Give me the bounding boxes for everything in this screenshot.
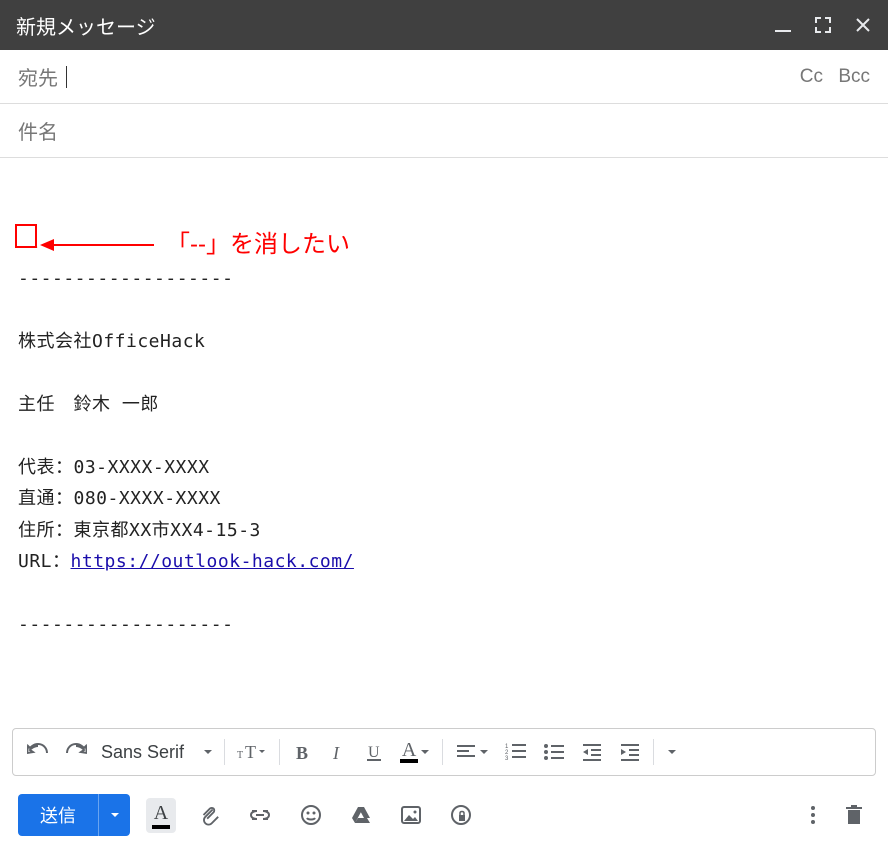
indent-more-button[interactable]: [611, 737, 649, 767]
discard-draft-button[interactable]: [838, 798, 870, 832]
annotation-text: 「--」を消したい: [166, 224, 350, 266]
close-icon[interactable]: [854, 16, 872, 34]
message-body[interactable]: 「--」を消したい -- ------------------- 株式会社Off…: [0, 158, 888, 722]
expand-icon[interactable]: [814, 16, 832, 34]
align-button[interactable]: [447, 737, 497, 767]
bulleted-list-button[interactable]: [535, 737, 573, 767]
cc-button[interactable]: Cc: [800, 66, 823, 87]
header-fields: 宛先 Cc Bcc 件名: [0, 50, 888, 158]
title-bar: 新規メッセージ: [0, 0, 888, 50]
signature-name: 主任 鈴木 一郎: [18, 389, 870, 421]
undo-button[interactable]: [19, 736, 57, 768]
signature-phone-direct: 直通：080-XXXX-XXXX: [18, 483, 870, 515]
chevron-down-icon: [420, 747, 430, 757]
window-title: 新規メッセージ: [16, 11, 156, 40]
chevron-down-icon: [109, 809, 121, 821]
to-field-row[interactable]: 宛先 Cc Bcc: [0, 50, 888, 104]
svg-text:I: I: [332, 743, 340, 762]
svg-text:B: B: [296, 743, 308, 762]
confidential-mode-button[interactable]: [444, 798, 478, 832]
insert-photo-button[interactable]: [394, 799, 428, 831]
svg-text:T: T: [245, 742, 256, 762]
send-button[interactable]: 送信: [18, 794, 98, 836]
svg-text:T: T: [237, 750, 243, 761]
toggle-formatting-button[interactable]: A: [146, 798, 176, 833]
signature-divider-bottom: -------------------: [18, 609, 870, 641]
indent-less-button[interactable]: [573, 737, 611, 767]
svg-text:U: U: [368, 744, 380, 761]
insert-drive-button[interactable]: [344, 799, 378, 831]
signature-company: 株式会社OfficeHack: [18, 326, 870, 358]
chevron-down-icon: [479, 747, 489, 757]
minimize-icon[interactable]: [774, 16, 792, 34]
insert-emoji-button[interactable]: [294, 798, 328, 832]
compose-window: 新規メッセージ 宛先 Cc Bcc 件名: [0, 0, 888, 848]
subject-label: 件名: [18, 116, 58, 145]
svg-text:3: 3: [505, 756, 509, 761]
more-options-button[interactable]: [804, 798, 822, 832]
text-cursor: [66, 66, 67, 88]
signature-url-prefix: URL：: [18, 551, 71, 572]
send-more-button[interactable]: [98, 794, 130, 836]
bcc-button[interactable]: Bcc: [838, 66, 870, 87]
underline-button[interactable]: U: [356, 735, 392, 769]
bold-button[interactable]: B: [284, 736, 320, 768]
font-family-select[interactable]: Sans Serif: [95, 742, 220, 763]
signature-url-link[interactable]: https://outlook-hack.com/: [71, 551, 354, 572]
chevron-down-icon: [202, 746, 214, 758]
attach-file-button[interactable]: [192, 798, 226, 832]
font-size-button[interactable]: TT: [229, 735, 275, 769]
annotation-box: [15, 224, 37, 248]
signature-divider-top: -------------------: [18, 263, 870, 295]
signature-address: 住所：東京都XX市XX4-15-3: [18, 515, 870, 547]
redo-button[interactable]: [57, 736, 95, 768]
annotation-arrow: 「--」を消したい: [40, 224, 350, 266]
formatting-toolbar: Sans Serif TT B I U A 123: [12, 728, 876, 776]
text-color-button[interactable]: A: [392, 735, 438, 769]
italic-button[interactable]: I: [320, 736, 356, 768]
subject-field-row[interactable]: 件名: [0, 104, 888, 158]
more-formatting-button[interactable]: [658, 740, 686, 764]
signature-phone-main: 代表：03-XXXX-XXXX: [18, 452, 870, 484]
to-label: 宛先: [18, 62, 58, 91]
numbered-list-button[interactable]: 123: [497, 737, 535, 767]
action-bar: 送信 A: [0, 782, 888, 848]
insert-link-button[interactable]: [242, 798, 278, 832]
